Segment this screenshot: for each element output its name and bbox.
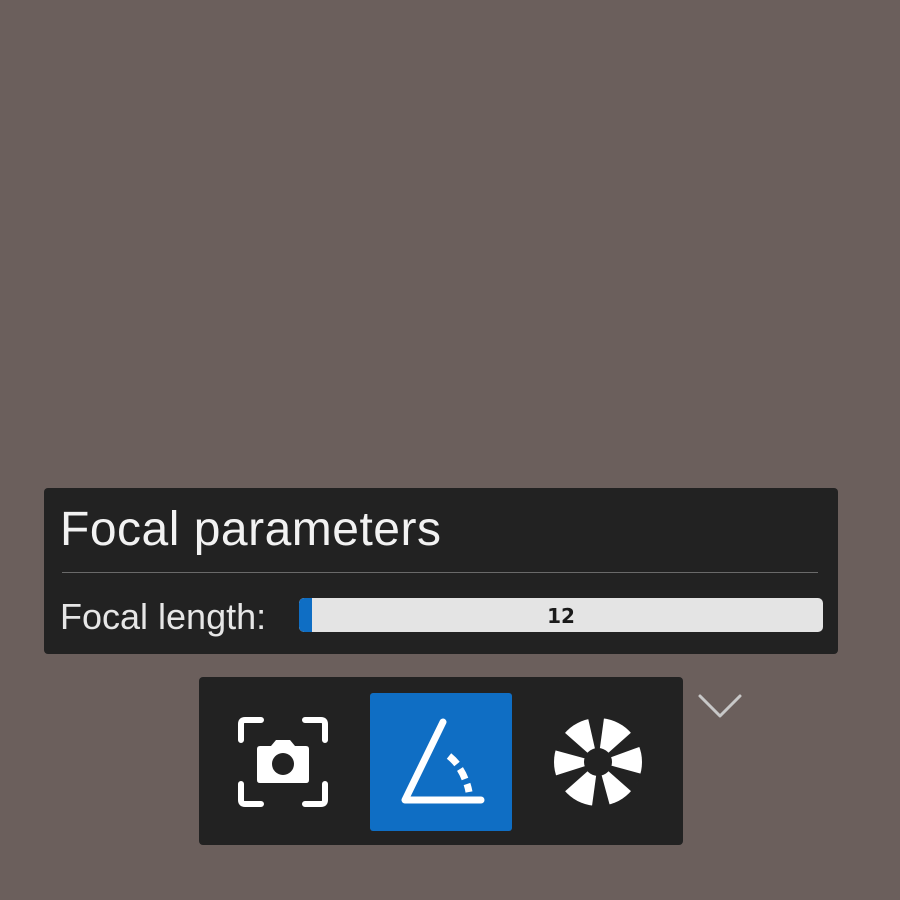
- camera-toolbar: [199, 677, 683, 845]
- aperture-icon: [554, 718, 642, 806]
- camera-focus-button[interactable]: [212, 693, 354, 831]
- camera-focus-icon: [238, 717, 328, 807]
- aperture-button[interactable]: [527, 693, 669, 831]
- focal-angle-button[interactable]: [370, 693, 512, 831]
- chevron-down-icon[interactable]: [696, 690, 744, 722]
- focal-parameters-panel: Focal parameters Focal length: 12: [44, 488, 838, 654]
- panel-title: Focal parameters: [60, 503, 442, 556]
- angle-icon: [401, 718, 485, 804]
- focal-length-label: Focal length:: [60, 596, 267, 637]
- focal-length-value: 12: [547, 604, 575, 628]
- focal-length-slider[interactable]: 12: [299, 598, 823, 632]
- panel-divider: [62, 572, 818, 573]
- viewport: Focal parameters Focal length: 12: [0, 0, 900, 900]
